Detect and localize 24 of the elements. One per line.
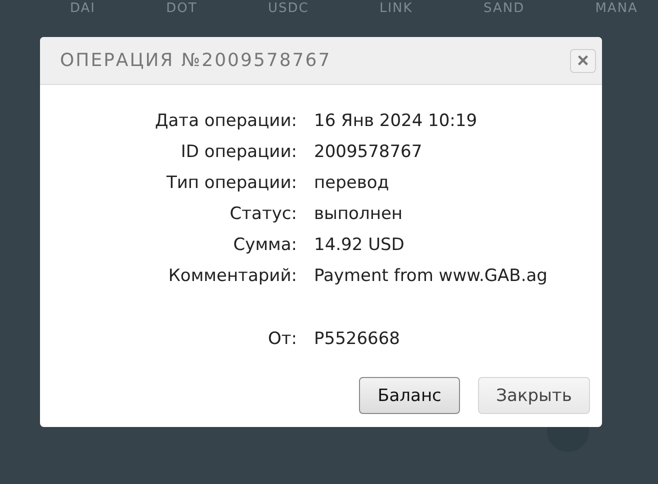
field-label: Статус: [228,204,297,224]
ticker-label: DOT [166,1,198,17]
field-label: Комментарий: [167,266,297,286]
ticker-label: MANA [595,1,638,17]
field-value: Payment from www.GAB.ag [314,266,548,286]
field-value: 2009578767 [314,142,422,162]
ticker-label: DAI [70,1,96,17]
balance-button[interactable]: Баланс [359,377,460,414]
ticker-label: USDC [268,1,309,17]
field-label: Сумма: [232,234,297,254]
close-button[interactable]: × [570,48,596,72]
field-label: ID операции: [180,142,297,162]
field-value: 16 Янв 2024 10:19 [314,110,478,130]
close-dialog-button[interactable]: Закрыть [478,377,590,414]
field-label: От: [266,328,297,348]
dialog-title: ОПЕРАЦИЯ №2009578767 [60,50,332,71]
field-value: 14.92 USD [314,234,404,254]
field-label: Тип операции: [165,172,297,192]
ticker-label: SAND [483,1,525,17]
field-value: выполнен [314,204,403,224]
field-value: перевод [314,172,389,192]
field-label: Дата операции: [154,110,297,130]
ticker-label: LINK [379,1,413,17]
field-value: P5526668 [314,328,400,348]
